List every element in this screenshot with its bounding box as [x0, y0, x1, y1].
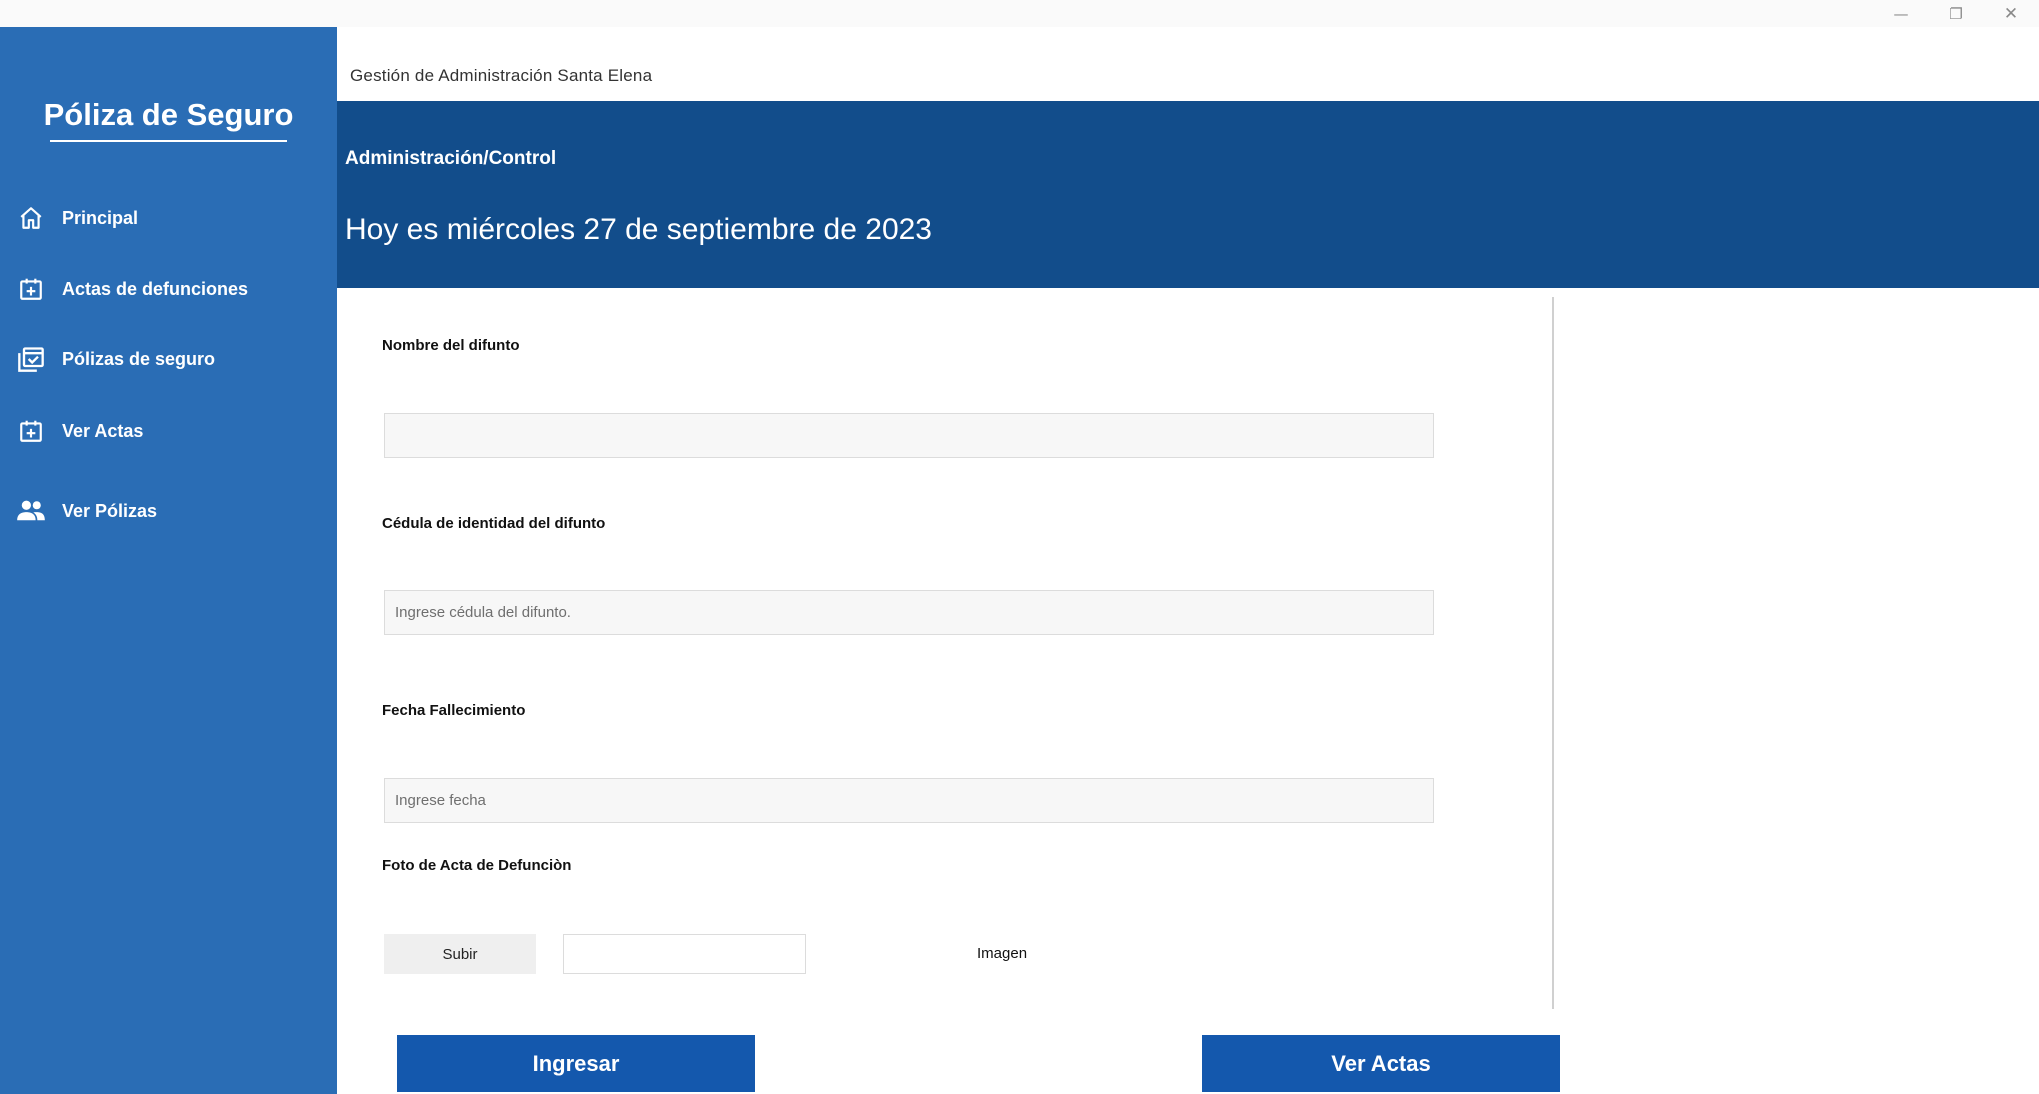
calendar-add-icon [16, 274, 46, 304]
name-input[interactable] [384, 413, 1434, 458]
app-title: Gestión de Administración Santa Elena [350, 66, 653, 85]
calendar-check-icon [16, 344, 46, 374]
close-button[interactable]: ✕ [1984, 0, 2038, 27]
sidebar-item-polizas-seguro[interactable]: Pólizas de seguro [0, 336, 337, 382]
people-icon [16, 496, 46, 526]
name-label: Nombre del difunto [382, 337, 520, 354]
app-window: — ❐ ✕ Póliza de Seguro Principal Actas d… [0, 0, 2039, 1094]
cedula-label: Cédula de identidad del difunto [382, 515, 606, 532]
fecha-input[interactable] [384, 778, 1434, 823]
close-icon: ✕ [2003, 3, 2019, 24]
cedula-input[interactable] [384, 590, 1434, 635]
calendar-add-icon [16, 416, 46, 446]
ver-actas-button[interactable]: Ver Actas [1202, 1035, 1560, 1092]
sidebar-item-actas-defunciones[interactable]: Actas de defunciones [0, 266, 337, 312]
sidebar: Póliza de Seguro Principal Actas de defu… [0, 27, 337, 1094]
vertical-divider [1552, 297, 1554, 1009]
file-path-field[interactable] [563, 934, 806, 974]
upload-button[interactable]: Subir [384, 934, 536, 974]
minimize-button[interactable]: — [1874, 0, 1928, 27]
sidebar-item-ver-actas[interactable]: Ver Actas [0, 408, 337, 454]
sidebar-item-ver-polizas[interactable]: Ver Pólizas [0, 488, 337, 534]
sidebar-item-label: Ver Actas [62, 420, 144, 441]
maximize-button[interactable]: ❐ [1929, 0, 1983, 27]
foto-label: Foto de Acta de Defunciòn [382, 857, 572, 874]
image-label: Imagen [977, 945, 1028, 962]
fecha-label: Fecha Fallecimiento [382, 702, 526, 719]
sidebar-brand: Póliza de Seguro [43, 97, 294, 132]
breadcrumb: Administración/Control [345, 148, 557, 169]
header-banner: Administración/Control Hoy es miércoles … [337, 101, 2039, 288]
brand-underline [50, 140, 287, 142]
sidebar-item-label: Ver Pólizas [62, 500, 158, 521]
sidebar-item-label: Actas de defunciones [62, 278, 249, 299]
sidebar-item-label: Principal [62, 207, 139, 228]
home-icon [16, 203, 46, 233]
minimize-icon: — [1893, 4, 1909, 23]
title-bar: — ❐ ✕ [0, 0, 2039, 27]
date-text: Hoy es miércoles 27 de septiembre de 202… [345, 213, 932, 246]
maximize-icon: ❐ [1949, 4, 1963, 23]
sidebar-item-principal[interactable]: Principal [0, 195, 337, 241]
sidebar-item-label: Pólizas de seguro [62, 348, 216, 369]
ingresar-button[interactable]: Ingresar [397, 1035, 755, 1092]
